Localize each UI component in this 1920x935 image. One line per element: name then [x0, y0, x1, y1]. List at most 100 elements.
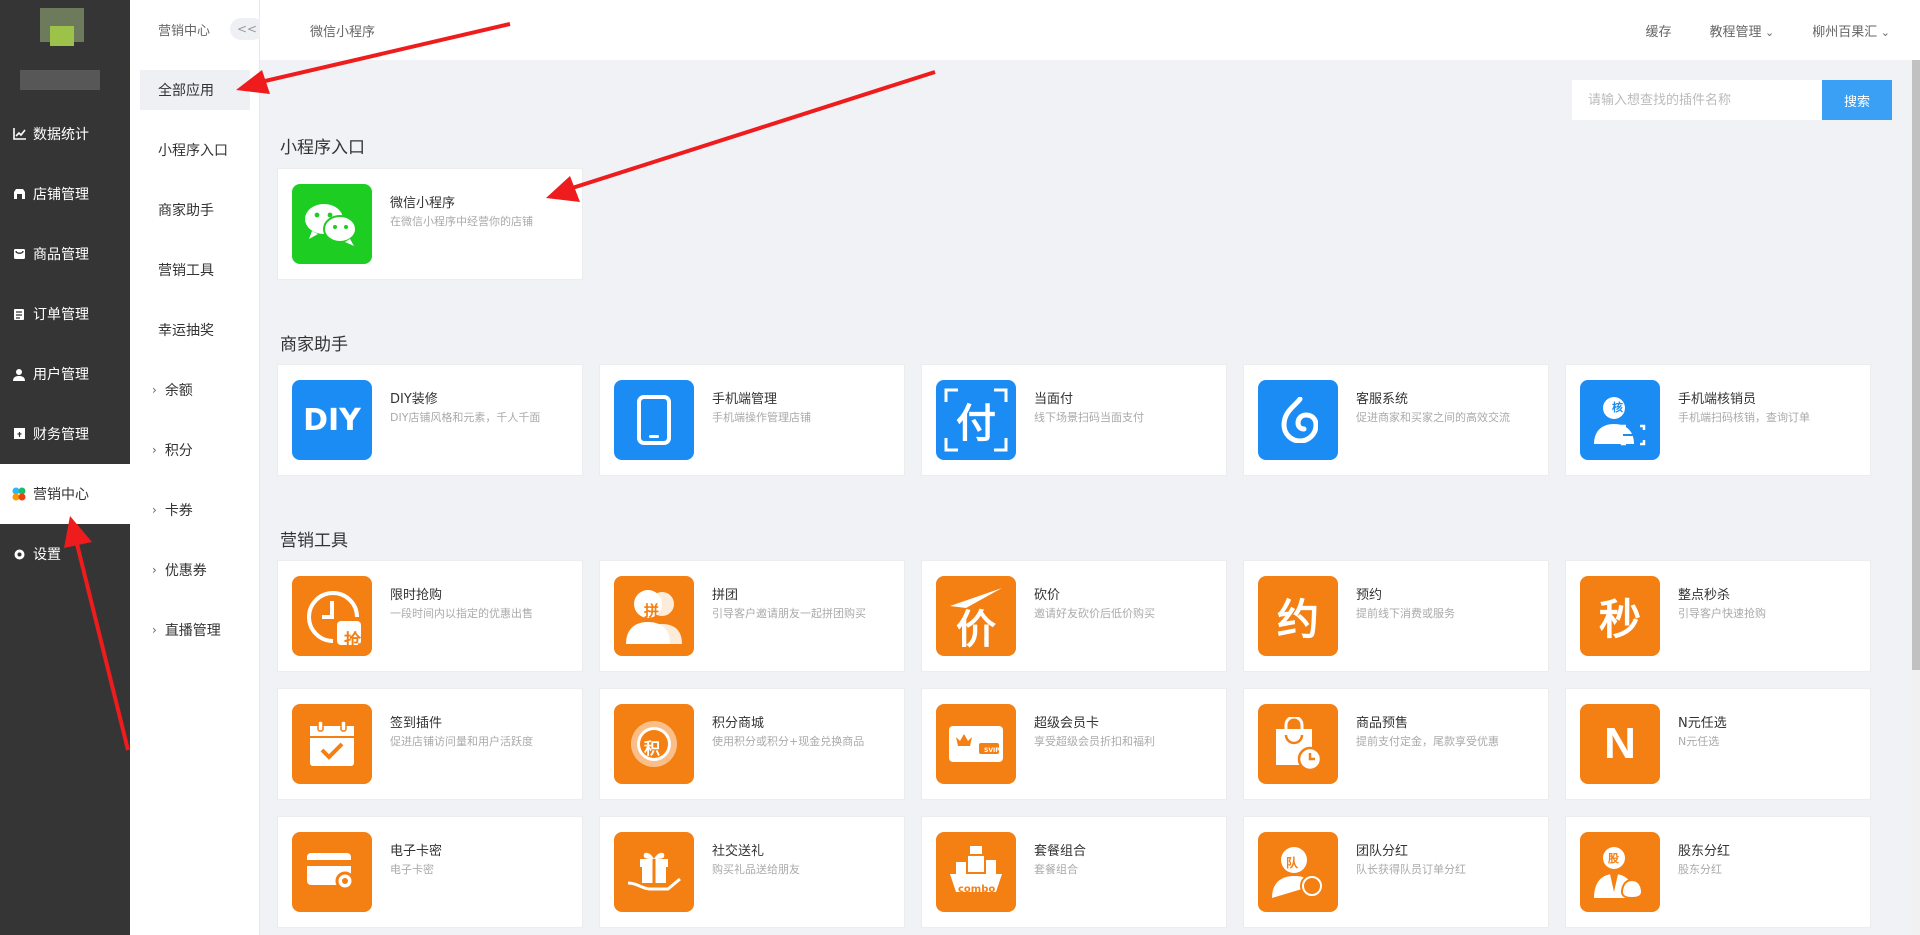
- app-card-team-bonus[interactable]: 队 团队分红 队长获得队员订单分红: [1243, 816, 1549, 928]
- sidebar-item-stats[interactable]: 数据统计: [0, 104, 130, 164]
- icon-glyph: combo: [958, 884, 996, 895]
- collapse-subnav-button[interactable]: <<: [230, 18, 264, 40]
- tutorial-dropdown[interactable]: 教程管理: [1710, 21, 1775, 40]
- marketing-subnav: 营销中心 全部应用 小程序入口 商家助手 营销工具 幸运抽奖 › 余额 › 积分 ›…: [130, 0, 260, 935]
- chevron-right-icon: ›: [152, 503, 157, 517]
- app-card-desc: 手机端操作管理店铺: [712, 411, 811, 424]
- app-card-name: 预约: [1356, 588, 1383, 603]
- app-card-name: 超级会员卡: [1034, 716, 1100, 731]
- sidebar-item-label: 商品管理: [33, 247, 89, 263]
- app-card-name: 限时抢购: [390, 588, 443, 603]
- app-card-desc: 享受超级会员折扣和福利: [1034, 735, 1155, 748]
- app-card-ecard[interactable]: 电子卡密 电子卡密: [277, 816, 583, 928]
- app-card-name: 套餐组合: [1034, 844, 1087, 859]
- sidebar-item-label: 营销中心: [33, 487, 89, 503]
- app-card-name: 整点秒杀: [1678, 588, 1731, 603]
- app-card-reservation[interactable]: 约 预约 提前线下消费或服务: [1243, 560, 1549, 672]
- app-card-presale[interactable]: 商品预售 提前支付定金，尾款享受优惠: [1243, 688, 1549, 800]
- app-card-name: 微信小程序: [390, 196, 456, 211]
- app-card-check-in[interactable]: 签到插件 促进店铺访问量和用户活跃度: [277, 688, 583, 800]
- app-card-desc: 提前线下消费或服务: [1356, 607, 1455, 620]
- app-card-desc: 提前支付定金，尾款享受优惠: [1356, 735, 1499, 748]
- subnav-item-lucky-draw[interactable]: 幸运抽奖: [140, 310, 250, 350]
- sidebar-item-label: 店铺管理: [33, 187, 89, 203]
- app-card-seckill[interactable]: 秒 整点秒杀 引导客户快速抢购: [1565, 560, 1871, 672]
- subnav-item-points[interactable]: › 积分: [140, 430, 250, 470]
- app-card-desc: 购买礼品送给朋友: [712, 863, 800, 876]
- icon-glyph: SVIP: [984, 747, 1000, 754]
- account-dropdown[interactable]: 柳州百果汇: [1812, 21, 1890, 40]
- subnav-item-label: 余额: [164, 383, 193, 399]
- sidebar-item-label: 用户管理: [33, 367, 89, 383]
- subnav-item-cards[interactable]: › 卡券: [140, 490, 250, 530]
- icon-glyph: 积: [644, 739, 661, 758]
- plugin-search-input[interactable]: [1572, 80, 1822, 120]
- app-card-desc: 手机端扫码核销，查询订单: [1678, 411, 1810, 424]
- app-card-name: 手机端核销员: [1678, 392, 1757, 407]
- app-card-social-gift[interactable]: 社交送礼 购买礼品送给朋友: [599, 816, 905, 928]
- presale-bag-icon: [1258, 704, 1338, 784]
- sidebar-item-store[interactable]: 店铺管理: [0, 164, 130, 224]
- subnav-item-assistant[interactable]: 商家助手: [140, 190, 250, 230]
- app-card-name: 积分商城: [712, 716, 765, 731]
- svip-card-icon: SVIP: [936, 704, 1016, 784]
- shop-logo: [36, 8, 88, 56]
- combo-icon: combo: [936, 832, 1016, 912]
- subnav-item-miniapp-entry[interactable]: 小程序入口: [140, 130, 250, 170]
- app-card-face-pay[interactable]: 付 当面付 线下场景扫码当面支付: [921, 364, 1227, 476]
- ecard-icon: [292, 832, 372, 912]
- app-card-name: 股东分红: [1678, 844, 1731, 859]
- subnav-item-label: 幸运抽奖: [158, 323, 214, 339]
- subnav-title: 营销中心: [158, 24, 211, 39]
- sidebar-item-goods[interactable]: 商品管理: [0, 224, 130, 284]
- subnav-item-label: 全部应用: [158, 83, 214, 99]
- subnav-item-marketing-tools[interactable]: 营销工具: [140, 250, 250, 290]
- sidebar-item-settings[interactable]: 设置: [0, 524, 130, 584]
- app-card-bargain[interactable]: 价 砍价 邀请好友砍价后低价购买: [921, 560, 1227, 672]
- subnav-item-balance[interactable]: › 余额: [140, 370, 250, 410]
- subnav-item-live[interactable]: › 直播管理: [140, 610, 250, 650]
- app-card-svip[interactable]: SVIP 超级会员卡 享受超级会员折扣和福利: [921, 688, 1227, 800]
- section-title-miniapp: 小程序入口: [280, 138, 365, 158]
- app-card-mobile-admin[interactable]: 手机端管理 手机端操作管理店铺: [599, 364, 905, 476]
- subnav-item-label: 积分: [164, 443, 193, 459]
- app-card-points-mall[interactable]: 积 积分商城 使用积分或积分+现金兑换商品: [599, 688, 905, 800]
- subnav-item-label: 商家助手: [158, 203, 214, 219]
- icon-glyph: 秒: [1598, 594, 1641, 644]
- marketing-icon: [12, 487, 26, 501]
- subnav-item-coupons[interactable]: › 优惠券: [140, 550, 250, 590]
- app-card-group-buy[interactable]: 拼 拼团 引导客户邀请朋友一起拼团购买: [599, 560, 905, 672]
- app-card-desc: 队长获得队员订单分红: [1356, 863, 1466, 876]
- sidebar-item-marketing[interactable]: 营销中心: [0, 464, 130, 524]
- subnav-item-all-apps[interactable]: 全部应用: [140, 70, 250, 110]
- page-title: 微信小程序: [310, 25, 376, 40]
- app-card-flash-sale[interactable]: 抢 限时抢购 一段时间内以指定的优惠出售: [277, 560, 583, 672]
- plugin-search: 搜索: [1572, 80, 1892, 120]
- icon-glyph: 价: [956, 607, 996, 653]
- app-card-shareholder-bonus[interactable]: 股 股东分红 股东分红: [1565, 816, 1871, 928]
- app-card-wechat-miniapp[interactable]: 微信小程序 在微信小程序中经营你的店铺: [277, 168, 583, 280]
- app-card-desc: 引导客户快速抢购: [1678, 607, 1766, 620]
- app-card-customer-service[interactable]: 客服系统 促进商家和买家之间的高效交流: [1243, 364, 1549, 476]
- icon-glyph: N: [1604, 719, 1636, 768]
- page-scrollbar[interactable]: [1912, 60, 1920, 935]
- shareholder-bonus-icon: 股: [1580, 832, 1660, 912]
- app-card-n-choice[interactable]: N N元任选 N元任选: [1565, 688, 1871, 800]
- cache-link[interactable]: 缓存: [1646, 21, 1672, 40]
- sidebar-item-users[interactable]: 用户管理: [0, 344, 130, 404]
- scrollbar-thumb[interactable]: [1912, 60, 1920, 670]
- app-card-name: 电子卡密: [390, 844, 443, 859]
- sidebar-item-label: 订单管理: [33, 307, 89, 323]
- app-card-name: N元任选: [1678, 716, 1727, 731]
- search-button[interactable]: 搜索: [1822, 80, 1892, 120]
- app-card-mobile-verifier[interactable]: 核 手机端核销员 手机端扫码核销，查询订单: [1565, 364, 1871, 476]
- app-card-diy[interactable]: DIY DIY装修 DIY店铺风格和元素，千人千面: [277, 364, 583, 476]
- app-card-combo[interactable]: combo 套餐组合 套餐组合: [921, 816, 1227, 928]
- app-card-desc: DIY店铺风格和元素，千人千面: [390, 411, 541, 424]
- phone-icon: [614, 380, 694, 460]
- sidebar-item-orders[interactable]: 订单管理: [0, 284, 130, 344]
- subnav-item-label: 卡券: [164, 503, 193, 519]
- points-mall-icon: 积: [614, 704, 694, 784]
- sidebar-item-finance[interactable]: 财务管理: [0, 404, 130, 464]
- order-icon: [12, 307, 26, 321]
